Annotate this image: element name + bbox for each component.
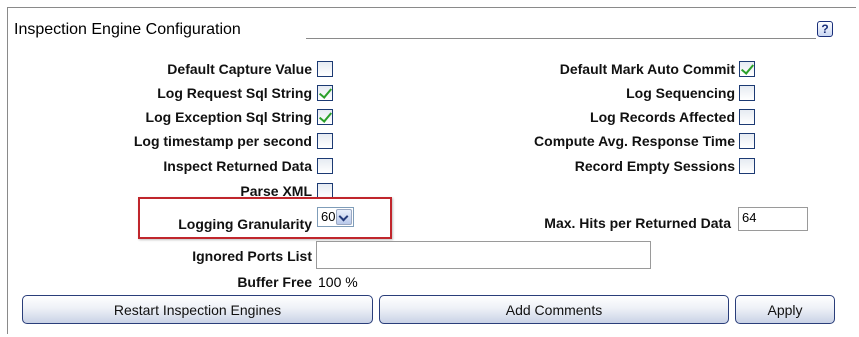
default-capture-value-checkbox[interactable] (317, 61, 333, 77)
log-sequencing-checkbox[interactable] (739, 85, 755, 101)
inspect-returned-data-label: Inspect Returned Data (163, 158, 312, 174)
log-records-affected-label: Log Records Affected (590, 109, 735, 125)
default-mark-auto-commit-checkbox[interactable] (739, 61, 755, 77)
title-divider (306, 38, 816, 39)
restart-inspection-engines-button[interactable]: Restart Inspection Engines (22, 295, 373, 324)
default-mark-auto-commit-label: Default Mark Auto Commit (559, 61, 735, 77)
log-request-sql-label: Log Request Sql String (157, 85, 312, 101)
record-empty-sessions-checkbox[interactable] (739, 158, 755, 174)
max-hits-label: Max. Hits per Returned Data (544, 215, 731, 231)
apply-button[interactable]: Apply (735, 295, 835, 324)
add-comments-button[interactable]: Add Comments (379, 295, 729, 324)
log-exception-sql-label: Log Exception Sql String (145, 109, 312, 125)
panel-title: Inspection Engine Configuration (14, 21, 241, 38)
buffer-free-label: Buffer Free (237, 274, 312, 290)
default-capture-value-label: Default Capture Value (167, 61, 312, 77)
inspect-returned-data-checkbox[interactable] (317, 158, 333, 174)
ignored-ports-input[interactable] (316, 241, 651, 269)
logging-granularity-select[interactable]: 60 (317, 207, 354, 227)
log-records-affected-checkbox[interactable] (739, 109, 755, 125)
ignored-ports-label: Ignored Ports List (192, 248, 312, 264)
record-empty-sessions-label: Record Empty Sessions (574, 158, 735, 174)
compute-avg-response-label: Compute Avg. Response Time (534, 133, 735, 149)
chevron-down-icon[interactable] (336, 209, 352, 225)
max-hits-input[interactable]: 64 (738, 207, 808, 231)
compute-avg-response-checkbox[interactable] (739, 133, 755, 149)
log-exception-sql-checkbox[interactable] (317, 109, 333, 125)
question-mark-icon: ? (821, 22, 829, 36)
logging-granularity-value: 60 (321, 209, 336, 224)
log-sequencing-label: Log Sequencing (626, 85, 735, 101)
log-request-sql-checkbox[interactable] (317, 85, 333, 101)
logging-granularity-label: Logging Granularity (178, 216, 312, 232)
help-button[interactable]: ? (817, 21, 833, 37)
log-timestamp-checkbox[interactable] (317, 133, 333, 149)
buffer-free-value: 100 % (318, 274, 358, 290)
log-timestamp-label: Log timestamp per second (133, 133, 312, 149)
